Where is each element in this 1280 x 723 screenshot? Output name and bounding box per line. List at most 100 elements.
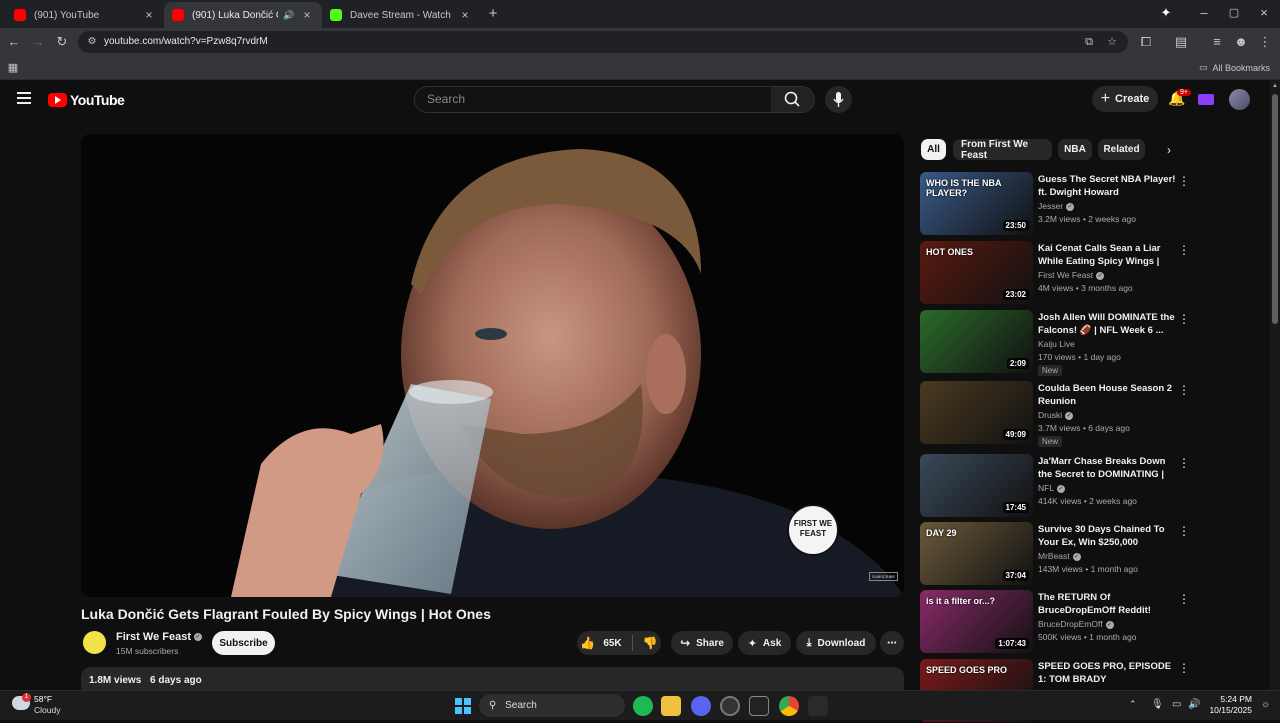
forward-icon[interactable]: → bbox=[30, 35, 46, 49]
side-panel-icon[interactable]: ▤ bbox=[1173, 35, 1189, 49]
video-thumbnail[interactable]: WHO IS THE NBA PLAYER? 23:50 bbox=[920, 172, 1033, 235]
recommended-video-title[interactable]: Kai Cenat Calls Sean a Liar While Eating… bbox=[1038, 242, 1176, 268]
recommended-channel[interactable]: Kaiju Live bbox=[1038, 339, 1075, 349]
hamburger-menu-icon[interactable] bbox=[17, 92, 31, 104]
search-button[interactable] bbox=[771, 86, 815, 113]
speaker-icon[interactable]: 🔊 bbox=[282, 10, 296, 21]
reload-icon[interactable]: ↻ bbox=[54, 35, 70, 49]
more-actions-button[interactable]: ⋯ bbox=[880, 631, 904, 655]
recommended-channel[interactable]: NFL ✓ bbox=[1038, 483, 1066, 493]
chip-from-first-we-feast[interactable]: From First We Feast bbox=[953, 139, 1052, 161]
spotify-icon[interactable] bbox=[633, 696, 653, 716]
channel-name-link[interactable]: First We Feast ✓ bbox=[116, 631, 202, 643]
video-thumbnail[interactable]: 49:09 bbox=[920, 381, 1033, 444]
subscribe-watermark[interactable]: SUBSCRIBE bbox=[869, 572, 899, 581]
avatar[interactable] bbox=[1229, 89, 1250, 110]
maximize-icon[interactable]: ▢ bbox=[1226, 6, 1242, 20]
recommended-video[interactable]: 2:09 Josh Allen Will DOMINATE the Falcons… bbox=[920, 310, 1190, 376]
address-bar[interactable]: ⚙ youtube.com/watch?v=Pzw8q7rvdrM ⧉ ☆ bbox=[78, 31, 1128, 53]
chip-nba[interactable]: NBA bbox=[1058, 139, 1092, 160]
voice-search-button[interactable] bbox=[825, 86, 852, 113]
minimize-icon[interactable]: – bbox=[1196, 6, 1212, 20]
ask-button[interactable]: ✦ Ask bbox=[738, 631, 791, 655]
apps-grid-icon[interactable]: ▦ bbox=[5, 61, 21, 75]
close-tab-icon[interactable]: × bbox=[300, 8, 314, 22]
create-button[interactable]: + Create bbox=[1092, 86, 1158, 112]
close-tab-icon[interactable]: × bbox=[142, 8, 156, 22]
scrollbar-thumb[interactable] bbox=[1272, 94, 1278, 324]
recommended-video[interactable]: 17:45 Ja'Marr Chase Breaks Down the Secre… bbox=[920, 454, 1190, 518]
tray-microphone-icon[interactable]: 🎙 bbox=[1151, 699, 1164, 710]
close-window-icon[interactable]: × bbox=[1256, 6, 1272, 20]
like-button[interactable]: 👍 65K bbox=[580, 636, 621, 650]
clock-time[interactable]: 5:24 PM bbox=[1210, 694, 1252, 704]
taskbar-search-box[interactable]: ⚲ Search bbox=[479, 694, 625, 717]
recommended-channel[interactable]: MrBeast ✓ bbox=[1038, 551, 1081, 561]
recommended-channel[interactable]: BruceDropEmOff ✓ bbox=[1038, 619, 1114, 629]
first-we-feast-watermark[interactable]: FIRST WE FEAST bbox=[787, 504, 839, 556]
share-button[interactable]: ↪ Share bbox=[671, 631, 733, 655]
recommended-video[interactable]: WHO IS THE NBA PLAYER? 23:50 Guess The Sec… bbox=[920, 172, 1190, 236]
page-scrollbar[interactable]: ▲ bbox=[1270, 80, 1280, 690]
more-options-icon[interactable]: ⋮ bbox=[1178, 661, 1190, 675]
recommended-video-title[interactable]: Coulda Been House Season 2 Reunion bbox=[1038, 382, 1176, 408]
youtube-logo[interactable]: YouTube bbox=[48, 92, 125, 108]
tray-chevron-up-icon[interactable]: ⌃ bbox=[1129, 699, 1137, 710]
more-options-icon[interactable]: ⋮ bbox=[1178, 312, 1190, 326]
browser-tab-video[interactable]: (901) Luka Dončić Gets Flag 🔊 × bbox=[164, 2, 322, 28]
extensions-icon[interactable]: ⧠ bbox=[1138, 35, 1154, 49]
notification-center-icon[interactable]: ☼ bbox=[1261, 699, 1270, 710]
reading-list-icon[interactable]: ≡ bbox=[1209, 35, 1225, 49]
browser-tab-kick[interactable]: Davee Stream - Watch Live on × bbox=[322, 2, 480, 28]
weather-temp[interactable]: 58°F bbox=[34, 694, 52, 704]
recommended-channel[interactable]: First We Feast ✓ bbox=[1038, 270, 1105, 280]
more-options-icon[interactable]: ⋮ bbox=[1178, 524, 1190, 538]
browser-tab-youtube[interactable]: (901) YouTube × bbox=[6, 2, 164, 28]
recommended-video[interactable]: 49:09 Coulda Been House Season 2 Reunion D… bbox=[920, 381, 1190, 447]
recommended-video-title[interactable]: SPEED GOES PRO, EPISODE 1: TOM BRADY bbox=[1038, 660, 1176, 686]
recommended-video-title[interactable]: The RETURN Of BruceDropEmOff Reddit! bbox=[1038, 591, 1176, 617]
recommended-video[interactable]: is it a filter or...? 1:07:43 The RETURN O… bbox=[920, 590, 1190, 654]
more-options-icon[interactable]: ⋮ bbox=[1178, 456, 1190, 470]
video-thumbnail[interactable]: 2:09 bbox=[920, 310, 1033, 373]
recommended-video[interactable]: HOT ONES 23:02 Kai Cenat Calls Sean a Liar… bbox=[920, 241, 1190, 305]
channel-avatar[interactable] bbox=[81, 629, 108, 656]
more-options-icon[interactable]: ⋮ bbox=[1178, 592, 1190, 606]
close-tab-icon[interactable]: × bbox=[458, 8, 472, 22]
epic-games-icon[interactable] bbox=[749, 696, 769, 716]
download-button[interactable]: ⤓ Download bbox=[796, 631, 876, 655]
cast-icon[interactable]: ⧉ bbox=[1081, 35, 1097, 49]
video-player[interactable]: FIRST WE FEAST SUBSCRIBE bbox=[81, 134, 904, 597]
video-thumbnail[interactable]: 17:45 bbox=[920, 454, 1033, 517]
recommended-video-title[interactable]: Guess The Secret NBA Player! ft. Dwight … bbox=[1038, 173, 1176, 199]
chrome-menu-icon[interactable]: ⋮ bbox=[1257, 35, 1273, 49]
clock-date[interactable]: 10/15/2025 bbox=[1206, 705, 1252, 715]
back-icon[interactable]: ← bbox=[6, 35, 22, 49]
video-thumbnail[interactable]: is it a filter or...? 1:07:43 bbox=[920, 590, 1033, 653]
new-tab-icon[interactable]: + bbox=[485, 6, 501, 21]
chrome-icon[interactable] bbox=[779, 696, 799, 716]
recommended-video-title[interactable]: Ja'Marr Chase Breaks Down the Secret to … bbox=[1038, 455, 1176, 481]
steam-icon[interactable] bbox=[720, 696, 740, 716]
chip-related[interactable]: Related bbox=[1098, 139, 1145, 160]
recommended-channel[interactable]: Druski ✓ bbox=[1038, 410, 1074, 420]
scroll-up-arrow-icon[interactable]: ▲ bbox=[1272, 83, 1278, 89]
more-options-icon[interactable]: ⋮ bbox=[1178, 383, 1190, 397]
file-explorer-icon[interactable] bbox=[661, 696, 681, 716]
tray-network-icon[interactable]: ▭ bbox=[1172, 699, 1181, 710]
search-input[interactable]: Search bbox=[414, 86, 772, 113]
recommended-video-title[interactable]: Survive 30 Days Chained To Your Ex, Win … bbox=[1038, 523, 1176, 549]
tray-volume-icon[interactable]: 🔊 bbox=[1188, 699, 1200, 710]
recommended-video-title[interactable]: Josh Allen Will DOMINATE the Falcons! 🏈 … bbox=[1038, 311, 1176, 337]
all-bookmarks-button[interactable]: ▭ All Bookmarks bbox=[1199, 62, 1270, 73]
profile-icon[interactable]: ☻ bbox=[1233, 35, 1249, 49]
recommended-channel[interactable]: Jesser ✓ bbox=[1038, 201, 1075, 211]
discord-icon[interactable] bbox=[691, 696, 711, 716]
site-info-icon[interactable]: ⚙ bbox=[84, 35, 100, 49]
subscribe-button[interactable]: Subscribe bbox=[212, 631, 275, 655]
live-activity-icon[interactable] bbox=[1198, 94, 1214, 105]
video-thumbnail[interactable]: DAY 29 37:04 bbox=[920, 522, 1033, 585]
app-icon[interactable] bbox=[808, 696, 828, 716]
chip-all[interactable]: All bbox=[921, 139, 946, 160]
video-thumbnail[interactable]: HOT ONES 23:02 bbox=[920, 241, 1033, 304]
